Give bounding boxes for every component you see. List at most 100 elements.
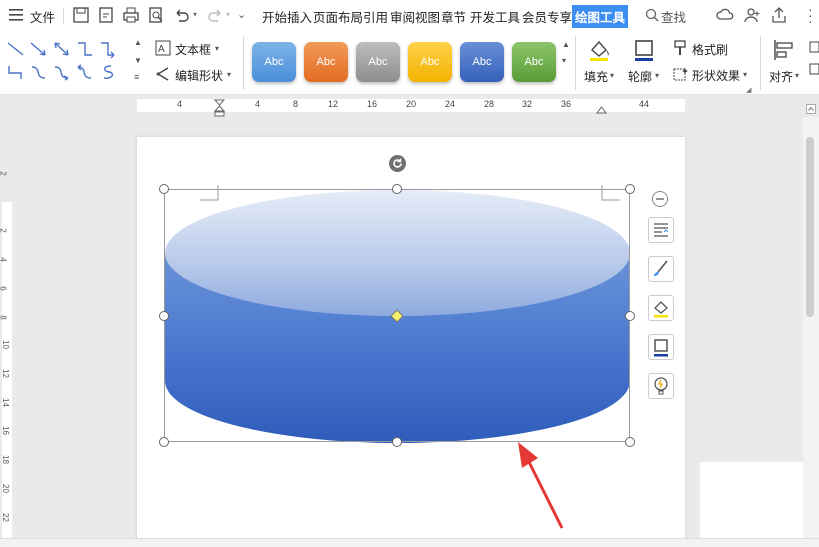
shapes-scroll-up-icon[interactable]: ▲ bbox=[134, 38, 142, 47]
vertical-scrollbar[interactable] bbox=[803, 117, 819, 546]
search-icon[interactable] bbox=[645, 8, 659, 25]
style-preset-blue-light[interactable]: Abc bbox=[252, 42, 296, 82]
ribbon-toolbar: ▲ ▼ ≡ A 文本框 ▾ 编辑形状 ▾ Abc Abc Abc Abc Abc… bbox=[0, 32, 819, 95]
align-dropdown-icon[interactable]: ▾ bbox=[795, 71, 799, 80]
tab-references[interactable]: 引用 bbox=[363, 7, 388, 26]
curved-arrow-connector-icon[interactable] bbox=[51, 63, 73, 81]
left-indent-marker[interactable] bbox=[213, 99, 226, 120]
divider bbox=[243, 36, 244, 90]
outline-button[interactable]: 轮廓 bbox=[628, 68, 652, 85]
vruler-number: 2 bbox=[0, 228, 8, 232]
tab-review[interactable]: 审阅 bbox=[390, 7, 415, 26]
print-icon[interactable] bbox=[122, 6, 140, 24]
resize-handle-bottom-right[interactable] bbox=[625, 437, 635, 447]
shape-effect-dropdown-icon[interactable]: ▾ bbox=[743, 70, 747, 79]
shape-effect-button[interactable]: 形状效果 bbox=[692, 67, 740, 84]
resize-handle-top[interactable] bbox=[392, 184, 402, 194]
tab-member[interactable]: 会员专享 bbox=[522, 7, 572, 26]
undo-icon[interactable] bbox=[172, 6, 190, 24]
style-gallery-more-icon[interactable]: ▾ bbox=[562, 56, 566, 65]
right-indent-marker[interactable] bbox=[596, 104, 607, 118]
tab-view[interactable]: 视图 bbox=[415, 7, 440, 26]
line-double-arrow-icon[interactable] bbox=[51, 40, 73, 58]
cloud-sync-icon[interactable] bbox=[716, 6, 734, 24]
scrollbar-thumb[interactable] bbox=[806, 137, 814, 317]
print-preview-icon[interactable] bbox=[147, 6, 165, 24]
svg-text:A: A bbox=[158, 44, 165, 55]
hamburger-icon[interactable] bbox=[9, 9, 23, 21]
divider bbox=[575, 36, 576, 90]
edit-shape-dropdown-icon[interactable]: ▾ bbox=[227, 70, 231, 79]
elbow-connector-icon[interactable] bbox=[74, 40, 96, 58]
file-menu[interactable]: 文件 bbox=[30, 7, 55, 26]
line-straight-icon[interactable] bbox=[5, 40, 27, 58]
ruler-number: 44 bbox=[639, 99, 650, 109]
redo-icon[interactable] bbox=[207, 6, 225, 24]
textbox-dropdown-icon[interactable]: ▾ bbox=[215, 44, 219, 53]
align-icon[interactable] bbox=[772, 38, 796, 65]
style-gallery-up-icon[interactable]: ▲ bbox=[562, 40, 570, 49]
vruler-number: 10 bbox=[0, 340, 10, 349]
tab-chapter[interactable]: 章节 bbox=[441, 7, 466, 26]
style-preset-green[interactable]: Abc bbox=[512, 42, 556, 82]
share-icon[interactable] bbox=[770, 6, 788, 24]
format-brush-icon[interactable] bbox=[673, 40, 687, 59]
tab-insert[interactable]: 插入 bbox=[287, 7, 312, 26]
fill-dropdown-icon[interactable]: ▾ bbox=[610, 71, 614, 80]
curved-double-arrow-icon[interactable] bbox=[74, 63, 96, 81]
customize-toolbar-icon[interactable]: ⌄ bbox=[237, 8, 246, 21]
textbox-button[interactable]: 文本框 bbox=[175, 41, 211, 58]
resize-handle-top-left[interactable] bbox=[159, 184, 169, 194]
resize-handle-right[interactable] bbox=[625, 311, 635, 321]
elbow-arrow-connector-icon[interactable] bbox=[97, 40, 119, 59]
textbox-icon[interactable]: A bbox=[155, 40, 171, 59]
style-preset-orange[interactable]: Abc bbox=[304, 42, 348, 82]
fill-button[interactable]: 填充 bbox=[584, 68, 608, 85]
group-icon[interactable] bbox=[809, 40, 819, 83]
scroll-up-icon[interactable] bbox=[806, 103, 816, 117]
tab-drawing-tools[interactable]: 绘图工具 bbox=[572, 5, 629, 28]
collapse-toolbar-icon[interactable] bbox=[651, 190, 669, 211]
shapes-more-icon[interactable]: ≡ bbox=[134, 72, 139, 82]
export-pdf-icon[interactable] bbox=[97, 6, 115, 24]
outline-icon[interactable] bbox=[632, 38, 656, 65]
tab-page-layout[interactable]: 页面布局 bbox=[313, 7, 363, 26]
resize-handle-bottom-left[interactable] bbox=[159, 437, 169, 447]
rotate-handle-icon[interactable] bbox=[388, 154, 407, 176]
tab-developer[interactable]: 开发工具 bbox=[470, 7, 520, 26]
save-icon[interactable] bbox=[72, 6, 90, 24]
freeform-scribble-icon[interactable] bbox=[97, 63, 119, 81]
resize-handle-left[interactable] bbox=[159, 311, 169, 321]
redo-dropdown-icon[interactable]: ▾ bbox=[226, 10, 230, 19]
resize-handle-top-right[interactable] bbox=[625, 184, 635, 194]
fill-icon[interactable] bbox=[587, 38, 611, 65]
shape-effect-icon[interactable] bbox=[673, 66, 689, 85]
quick-outline-button[interactable] bbox=[648, 334, 674, 360]
quick-fill-button[interactable] bbox=[648, 295, 674, 321]
share-user-icon[interactable] bbox=[743, 6, 761, 24]
dialog-launcher-icon[interactable]: ◢ bbox=[746, 86, 751, 94]
layout-options-button[interactable] bbox=[648, 217, 674, 243]
shapes-scroll-down-icon[interactable]: ▼ bbox=[134, 56, 142, 65]
vruler-number: 4 bbox=[0, 257, 8, 261]
line-arrow-icon[interactable] bbox=[28, 40, 50, 58]
edit-shape-button[interactable]: 编辑形状 bbox=[175, 67, 223, 84]
elbow-double-arrow-icon[interactable] bbox=[5, 63, 27, 81]
resize-handle-bottom[interactable] bbox=[392, 437, 402, 447]
edit-shape-icon[interactable] bbox=[155, 66, 171, 85]
more-options-icon[interactable]: · · · bbox=[808, 2, 813, 28]
tab-home[interactable]: 开始 bbox=[262, 7, 287, 26]
search-label[interactable]: 查找 bbox=[661, 7, 686, 26]
format-brush-button[interactable]: 格式刷 bbox=[692, 41, 728, 58]
curved-connector-icon[interactable] bbox=[28, 63, 50, 81]
style-preset-gray[interactable]: Abc bbox=[356, 42, 400, 82]
divider bbox=[760, 36, 761, 90]
outline-dropdown-icon[interactable]: ▾ bbox=[655, 71, 659, 80]
style-preset-yellow[interactable]: Abc bbox=[408, 42, 452, 82]
adjust-handle-icon[interactable] bbox=[390, 309, 404, 326]
style-preset-blue[interactable]: Abc bbox=[460, 42, 504, 82]
align-button[interactable]: 对齐 bbox=[769, 68, 793, 85]
style-brush-button[interactable] bbox=[648, 256, 674, 282]
quick-effect-button[interactable] bbox=[648, 373, 674, 399]
undo-dropdown-icon[interactable]: ▾ bbox=[193, 10, 197, 19]
